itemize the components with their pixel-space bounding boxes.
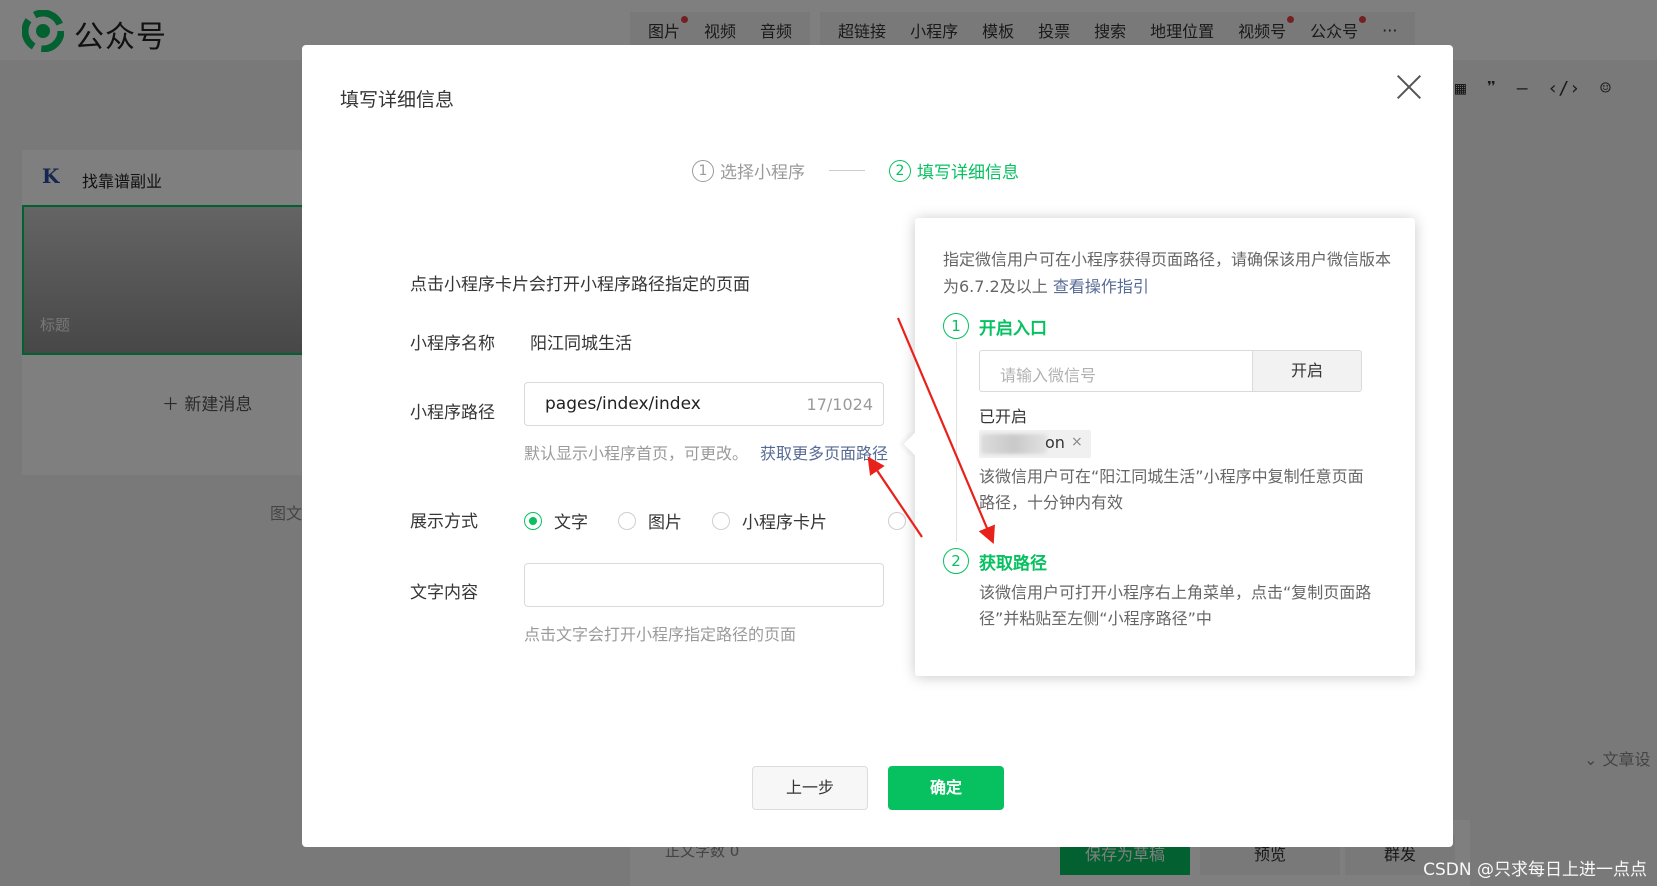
- annotation-arrow-to-path-link: [867, 456, 923, 538]
- annotation-arrows: [867, 317, 995, 545]
- annotation-arrow-to-step2: [896, 317, 995, 545]
